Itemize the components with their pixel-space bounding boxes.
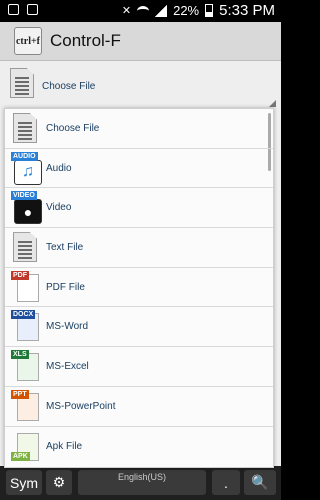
excel-tag: XLS xyxy=(11,350,29,360)
apk-icon: APK xyxy=(11,430,41,463)
item-label: Choose File xyxy=(46,122,100,134)
space-key[interactable]: English(US) xyxy=(78,470,206,495)
sym-key[interactable]: Sym xyxy=(6,470,42,495)
wifi-icon xyxy=(137,5,150,16)
item-label: MS-Word xyxy=(46,321,89,333)
text-file-icon xyxy=(13,232,37,263)
keyboard: Sym ⚙ English(US) . 🔍 xyxy=(0,466,281,500)
dropdown-item-pdf[interactable]: PDF PDF File xyxy=(5,268,273,308)
apk-tag: APK xyxy=(11,451,30,461)
pdf-tag: PDF xyxy=(11,270,29,280)
video-tag: VIDEO xyxy=(11,191,37,201)
ppt-tag: PPT xyxy=(11,389,29,399)
item-label: Text File xyxy=(46,241,84,253)
gallery-icon xyxy=(8,4,19,15)
document-icon xyxy=(13,113,37,143)
dropdown-item-excel[interactable]: XLS MS-Excel xyxy=(5,347,273,387)
excel-icon: XLS xyxy=(11,350,41,383)
dropdown-item-video[interactable]: ● VIDEO Video xyxy=(5,188,273,229)
dropdown-item-powerpoint[interactable]: PPT MS-PowerPoint xyxy=(5,387,273,427)
mute-icon: ✕ xyxy=(121,5,132,17)
clock: 5:33 PM xyxy=(219,2,275,19)
battery-icon xyxy=(205,4,214,17)
word-icon: DOCX xyxy=(11,310,41,343)
powerpoint-icon: PPT xyxy=(11,389,41,423)
dropdown-item-apk[interactable]: APK Apk File xyxy=(5,427,273,467)
item-label: Video xyxy=(46,202,72,214)
dropdown-item-text-file[interactable]: Text File xyxy=(5,228,273,268)
video-icon: ● VIDEO xyxy=(11,191,42,225)
gear-icon: ⚙ xyxy=(52,474,66,490)
audio-icon: ♫ AUDIO xyxy=(11,151,42,185)
item-label: Apk File xyxy=(46,440,83,452)
dropdown-item-word[interactable]: DOCX MS-Word xyxy=(5,307,273,348)
battery-percent: 22% xyxy=(173,3,200,18)
search-key[interactable]: 🔍 xyxy=(244,470,276,495)
app-logo-icon: ctrl+f xyxy=(14,27,42,55)
image-icon xyxy=(27,4,38,15)
settings-key[interactable]: ⚙ xyxy=(46,470,72,495)
space-label: English(US) xyxy=(117,472,166,482)
item-label: Audio xyxy=(46,162,72,174)
dropdown-item-audio[interactable]: ♫ AUDIO Audio xyxy=(5,149,273,189)
pdf-icon: PDF xyxy=(11,270,41,304)
status-bar: ✕ 22% 5:33 PM xyxy=(0,0,281,22)
document-icon xyxy=(10,68,34,98)
app-title: Control-F xyxy=(50,31,121,50)
search-icon: 🔍 xyxy=(251,474,269,490)
item-label: MS-PowerPoint xyxy=(46,400,116,412)
file-type-spinner[interactable]: Choose File xyxy=(4,65,280,107)
item-label: MS-Excel xyxy=(46,360,89,372)
audio-tag: AUDIO xyxy=(11,151,38,161)
word-tag: DOCX xyxy=(11,310,36,320)
dropdown-item-choose-file[interactable]: Choose File xyxy=(5,109,273,149)
period-key[interactable]: . xyxy=(212,470,240,495)
spinner-arrow-icon xyxy=(269,100,276,107)
action-bar: ctrl+f Control-F xyxy=(0,22,281,61)
file-type-dropdown: Choose File ♫ AUDIO Audio ● VIDEO Video … xyxy=(4,108,274,468)
spinner-label: Choose File xyxy=(42,81,96,92)
item-label: PDF File xyxy=(46,281,85,293)
signal-icon xyxy=(155,4,168,17)
